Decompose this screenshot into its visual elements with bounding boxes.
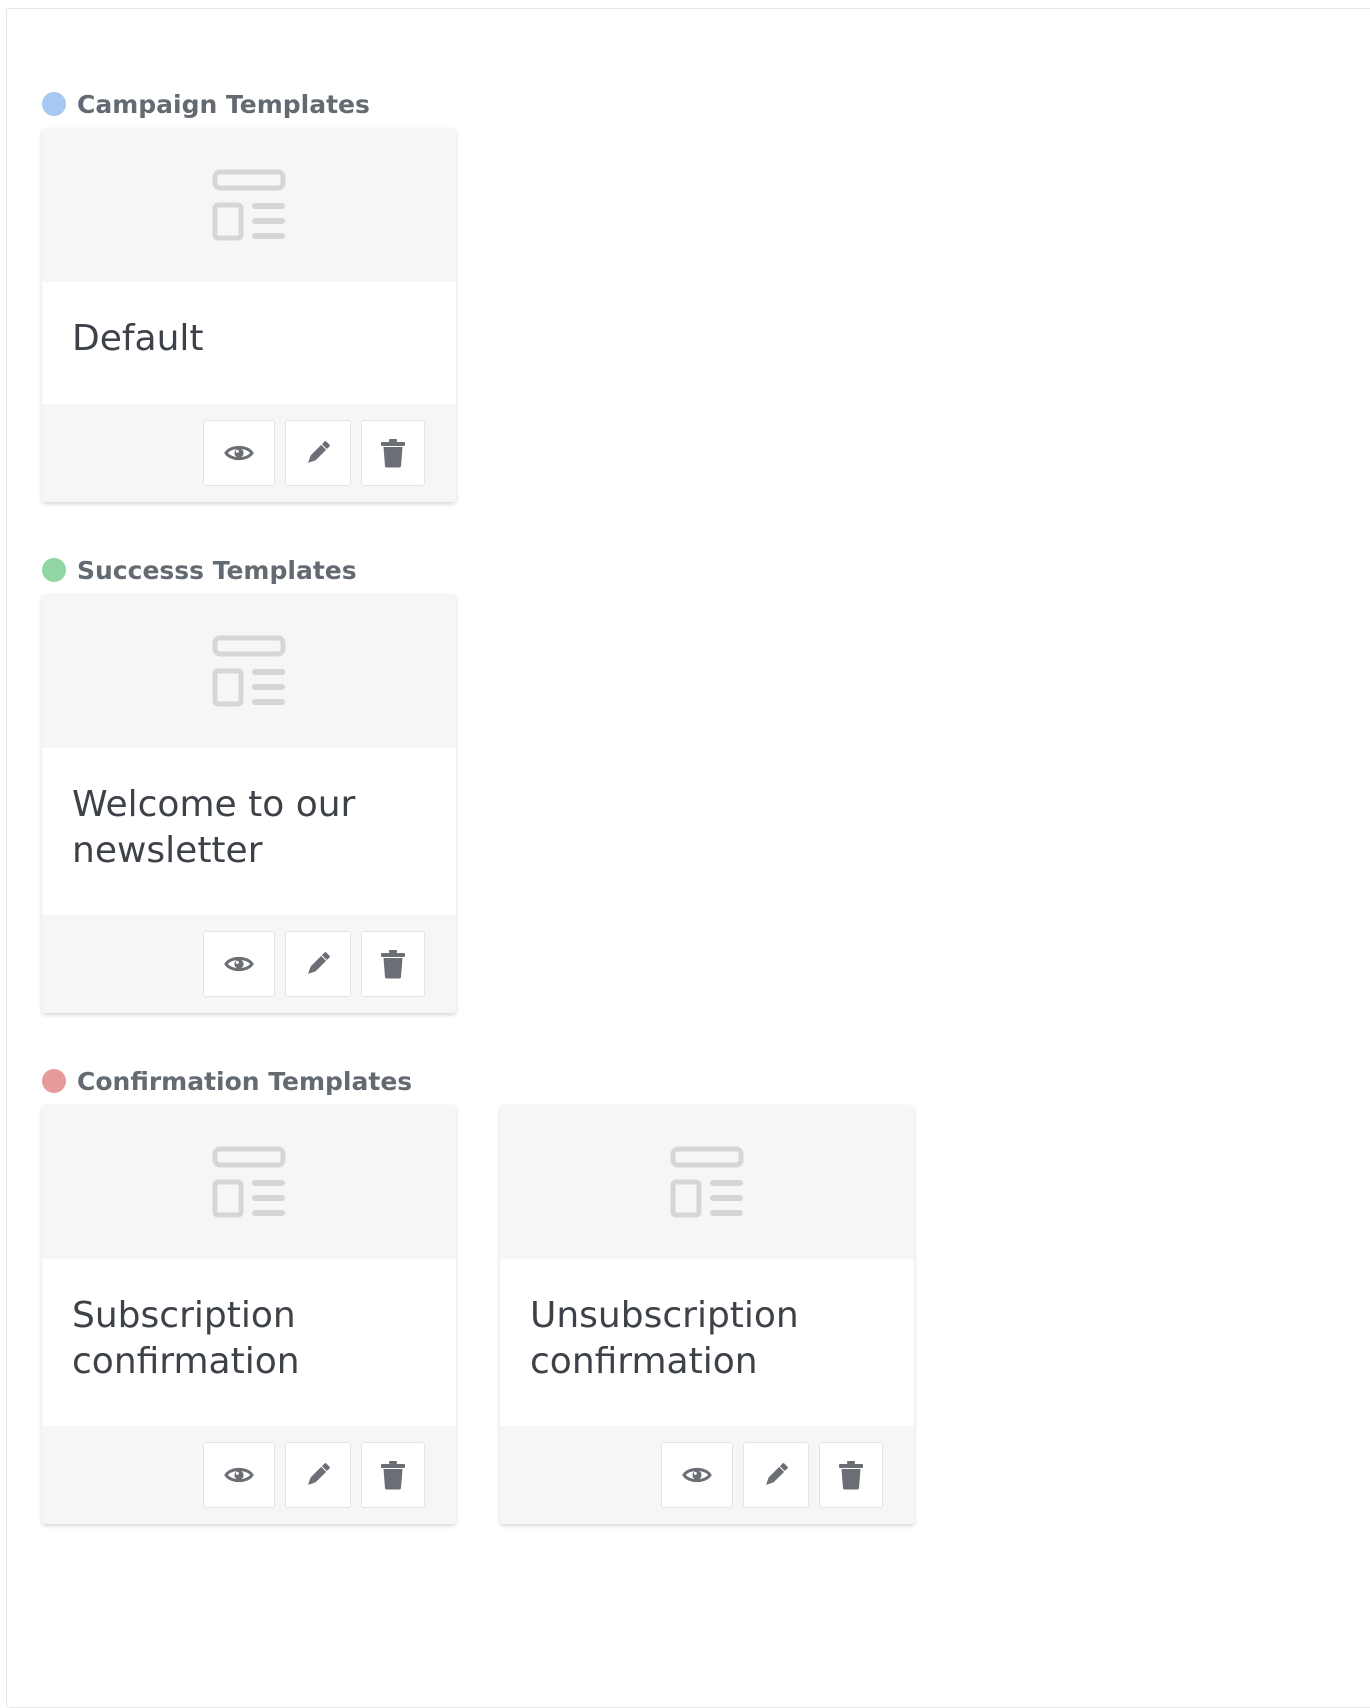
eye-icon [224, 1465, 254, 1485]
section-success-templates: Successs Templates Welcome to our newsle… [42, 556, 456, 1013]
template-card-body: Subscription confirmation [42, 1259, 456, 1426]
template-thumbnail[interactable] [42, 128, 456, 282]
section-header: Campaign Templates [42, 89, 456, 119]
template-card-actions [500, 1426, 914, 1524]
template-card-body: Default [42, 282, 456, 404]
template-card: Subscription confirmation [42, 1105, 456, 1524]
card-list: Subscription confirmation Unsubscription… [42, 1105, 914, 1524]
edit-button[interactable] [285, 420, 351, 486]
template-title: Default [72, 318, 204, 359]
eye-icon [224, 954, 254, 974]
template-card-body: Welcome to our newsletter [42, 748, 456, 915]
preview-button[interactable] [203, 1442, 275, 1508]
template-thumbnail[interactable] [42, 1105, 456, 1259]
edit-button[interactable] [285, 1442, 351, 1508]
section-title: Successs Templates [77, 555, 357, 585]
pencil-icon [303, 438, 333, 468]
campaign-status-dot [42, 92, 66, 116]
section-header: Confirmation Templates [42, 1066, 914, 1096]
template-thumbnail[interactable] [500, 1105, 914, 1259]
delete-button[interactable] [361, 931, 425, 997]
eye-icon [682, 1465, 712, 1485]
template-layout-icon [212, 169, 286, 241]
trash-icon [380, 949, 406, 979]
edit-button[interactable] [285, 931, 351, 997]
delete-button[interactable] [361, 420, 425, 486]
template-card-actions [42, 404, 456, 502]
pencil-icon [761, 1460, 791, 1490]
card-list: Default [42, 128, 456, 502]
trash-icon [380, 1460, 406, 1490]
trash-icon [838, 1460, 864, 1490]
template-title: Unsubscription confirmation [530, 1295, 799, 1382]
template-card: Unsubscription confirmation [500, 1105, 914, 1524]
preview-button[interactable] [203, 420, 275, 486]
delete-button[interactable] [361, 1442, 425, 1508]
template-card-actions [42, 915, 456, 1013]
template-thumbnail[interactable] [42, 594, 456, 748]
template-title: Welcome to our newsletter [72, 784, 356, 871]
section-header: Successs Templates [42, 555, 456, 585]
trash-icon [380, 438, 406, 468]
template-card-actions [42, 1426, 456, 1524]
template-title: Subscription confirmation [72, 1295, 300, 1382]
success-status-dot [42, 558, 66, 582]
template-layout-icon [670, 1146, 744, 1218]
eye-icon [224, 443, 254, 463]
template-layout-icon [212, 635, 286, 707]
section-title: Confirmation Templates [77, 1066, 413, 1096]
preview-button[interactable] [661, 1442, 733, 1508]
preview-button[interactable] [203, 931, 275, 997]
section-confirmation-templates: Confirmation Templates Subscription conf… [42, 1067, 914, 1524]
section-campaign-templates: Campaign Templates Default [42, 90, 456, 502]
confirmation-status-dot [42, 1069, 66, 1093]
pencil-icon [303, 1460, 333, 1490]
card-list: Welcome to our newsletter [42, 594, 456, 1013]
section-title: Campaign Templates [77, 89, 370, 119]
template-card: Welcome to our newsletter [42, 594, 456, 1013]
delete-button[interactable] [819, 1442, 883, 1508]
edit-button[interactable] [743, 1442, 809, 1508]
template-card: Default [42, 128, 456, 502]
template-card-body: Unsubscription confirmation [500, 1259, 914, 1426]
pencil-icon [303, 949, 333, 979]
template-layout-icon [212, 1146, 286, 1218]
